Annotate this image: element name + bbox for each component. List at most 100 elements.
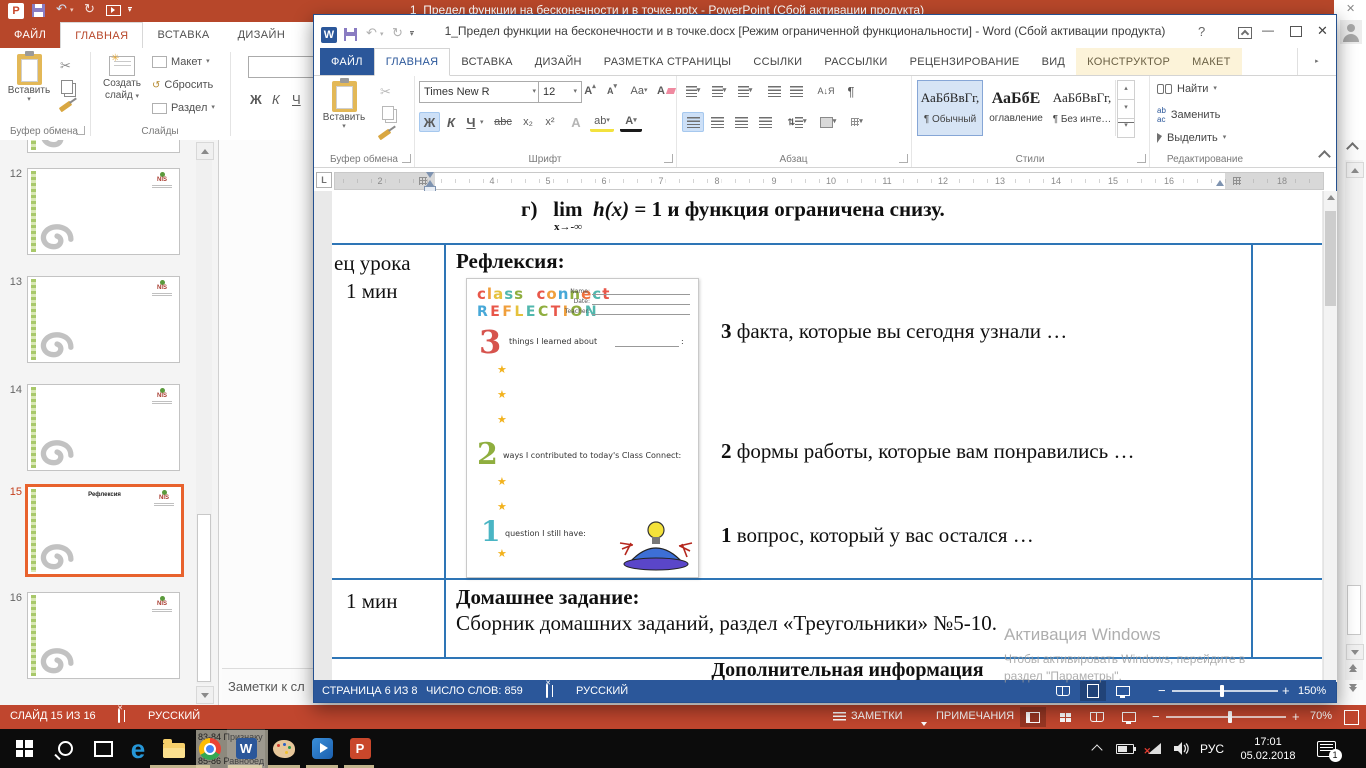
numbering-button[interactable]: ▾ <box>708 82 730 100</box>
copy-icon[interactable] <box>382 106 394 120</box>
collapse-ribbon-icon[interactable] <box>1346 142 1359 155</box>
zoom-level[interactable]: 150% <box>1298 685 1326 697</box>
undo-icon[interactable]: ↶ <box>366 25 377 41</box>
slide-preview[interactable]: NIS <box>27 168 180 255</box>
reflection-heading[interactable]: Рефлексия: <box>456 249 565 274</box>
grow-font-button[interactable]: А▴ <box>580 82 600 100</box>
select-button[interactable]: Выделить▾ <box>1157 132 1226 144</box>
tab-table-design[interactable]: КОНСТРУКТОР <box>1076 48 1181 75</box>
tab-view[interactable]: ВИД <box>1031 48 1077 75</box>
tab-mailings[interactable]: РАССЫЛКИ <box>813 48 898 75</box>
pp-underline-button[interactable]: Ч <box>292 92 301 107</box>
tab-selector[interactable]: L <box>316 172 332 188</box>
clear-formatting-button[interactable]: А <box>656 82 676 100</box>
font-name-combo[interactable]: Times New R▾ <box>419 81 541 103</box>
sort-button[interactable]: А↓Я <box>814 82 838 100</box>
document-page[interactable]: г) lim h(x) = 1 и функция ограничена сни… <box>332 191 1322 682</box>
horizontal-ruler[interactable]: 24567891011121314151618 <box>334 172 1324 190</box>
change-case-button[interactable]: Аа▾ <box>626 82 652 100</box>
proofing-status-icon[interactable]: ✕ <box>118 709 120 723</box>
pp-tab-design[interactable]: ДИЗАЙН <box>224 22 300 48</box>
zoom-slider[interactable] <box>1172 690 1278 692</box>
zoom-thumb[interactable] <box>1220 685 1224 697</box>
table-column-marker[interactable] <box>1233 177 1241 185</box>
tab-home[interactable]: ГЛАВНАЯ <box>374 48 451 76</box>
print-layout-button[interactable] <box>1080 681 1106 701</box>
next-slide-button[interactable] <box>1349 684 1357 692</box>
fit-slide-icon[interactable] <box>1344 710 1359 725</box>
edge-taskbar-icon[interactable]: e <box>119 729 157 768</box>
table-cell-time[interactable]: 1 мин <box>346 279 398 304</box>
cut-icon[interactable]: ✂ <box>380 84 391 100</box>
pp-scroll-down[interactable] <box>1346 644 1364 660</box>
format-painter-icon[interactable] <box>378 129 392 141</box>
style-toc[interactable]: АаБбЕ оглавление <box>983 80 1050 136</box>
first-line-indent-marker[interactable] <box>426 172 434 178</box>
slide-thumbnail-16[interactable]: 16NIS <box>0 590 218 684</box>
dialog-launcher-icon[interactable] <box>402 154 411 163</box>
notes-toggle[interactable]: ЗАМЕТКИ <box>851 710 903 722</box>
tab-table-layout[interactable]: МАКЕТ <box>1181 48 1241 75</box>
word-count[interactable]: ЧИСЛО СЛОВ: 859 <box>426 685 523 697</box>
styles-more-button[interactable]: ▾ <box>1117 118 1135 138</box>
proofing-status-icon[interactable]: ✕ <box>546 684 548 698</box>
word-scroll-thumb[interactable] <box>1325 211 1336 306</box>
pp-zoom-thumb[interactable] <box>1228 711 1232 723</box>
comments-toggle[interactable]: ПРИМЕЧАНИЯ <box>936 710 1014 722</box>
reflection-item-1[interactable]: 1 вопрос, который у вас остался … <box>721 523 1034 548</box>
media-player-taskbar-icon[interactable] <box>303 729 341 768</box>
language-indicator[interactable]: РУССКИЙ <box>576 685 628 697</box>
underline-button[interactable]: Ч <box>462 112 480 132</box>
strikethrough-button[interactable]: abc <box>490 112 516 132</box>
pp-scroll-up[interactable] <box>1346 162 1364 178</box>
word-taskbar-icon[interactable]: W <box>227 729 265 768</box>
tab-insert[interactable]: ВСТАВКА <box>450 48 523 75</box>
view-slide-sorter-button[interactable] <box>1052 707 1078 727</box>
slide-indicator[interactable]: СЛАЙД 15 ИЗ 16 <box>10 710 96 722</box>
bullets-button[interactable]: ▾ <box>682 82 704 100</box>
replace-button[interactable]: abac Заменить <box>1157 106 1220 124</box>
slide-thumbnail-13[interactable]: 13NIS <box>0 274 218 368</box>
help-icon[interactable]: ? <box>1198 24 1205 39</box>
maximize-icon[interactable] <box>1290 26 1302 37</box>
dialog-launcher-icon[interactable] <box>1137 154 1146 163</box>
pp-language-indicator[interactable]: РУССКИЙ <box>148 710 200 722</box>
read-mode-button[interactable] <box>1050 681 1076 701</box>
view-reading-button[interactable] <box>1084 707 1110 727</box>
reflection-item-2[interactable]: 2 формы работы, которые вам понравились … <box>721 439 1134 464</box>
battery-icon[interactable] <box>1112 729 1138 768</box>
dialog-launcher-icon[interactable] <box>899 154 908 163</box>
homework-heading[interactable]: Домашнее задание: <box>456 585 640 610</box>
pp-italic-button[interactable]: К <box>272 92 280 107</box>
slide-preview[interactable]: NIS <box>27 592 180 679</box>
save-icon[interactable] <box>32 4 45 17</box>
redo-icon[interactable]: ↻ <box>392 25 403 41</box>
view-normal-button[interactable] <box>1020 707 1046 727</box>
powerpoint-taskbar-icon[interactable]: P <box>341 729 379 768</box>
pp-zoom-out[interactable]: − <box>1152 709 1160 724</box>
formula-line[interactable]: г) lim h(x) = 1 и функция ограничена сни… <box>521 197 945 222</box>
input-language-indicator[interactable]: РУС <box>1196 729 1228 768</box>
notes-pane[interactable]: Заметки к сл <box>222 668 314 706</box>
tab-references[interactable]: ССЫЛКИ <box>742 48 813 75</box>
slide-thumbnail-15[interactable]: 15NISРефлексия <box>0 484 218 578</box>
file-explorer-taskbar-icon[interactable] <box>155 729 193 768</box>
reflection-card-image[interactable]: class connect REFLECTION Name: Date: Tea… <box>466 278 699 578</box>
reflection-item-3[interactable]: 3 факта, которые вы сегодня узнали … <box>721 319 1067 344</box>
search-button[interactable] <box>46 729 84 768</box>
collapse-ribbon-icon[interactable] <box>1318 150 1331 163</box>
slide-thumbnail-partial[interactable] <box>27 140 180 153</box>
slide-thumbnail-12[interactable]: 12NIS <box>0 166 218 260</box>
font-size-combo[interactable]: 12▾ <box>538 81 582 103</box>
previous-slide-button[interactable] <box>1349 664 1357 672</box>
show-marks-button[interactable]: ¶ <box>842 82 860 100</box>
pp-zoom-in[interactable]: + <box>1292 709 1300 724</box>
borders-button[interactable]: ▾ <box>844 112 870 132</box>
pp-scroll-thumb[interactable] <box>1347 585 1361 635</box>
minimize-icon[interactable]: — <box>1262 23 1274 37</box>
zoom-out[interactable]: − <box>1158 683 1166 698</box>
align-center-button[interactable] <box>706 112 728 132</box>
zoom-in[interactable]: + <box>1282 683 1290 698</box>
shrink-font-button[interactable]: А▾ <box>602 82 622 100</box>
tab-design[interactable]: ДИЗАЙН <box>524 48 593 75</box>
